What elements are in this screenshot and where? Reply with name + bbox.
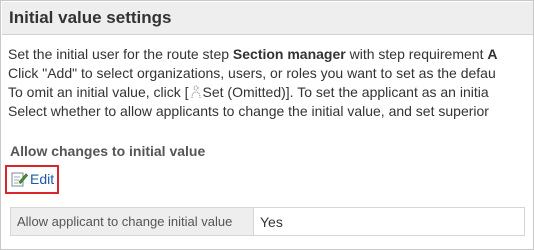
description-line-2: Click "Add" to select organizations, use…	[8, 65, 496, 81]
description-line-3-suffix: ]. To set the applicant as an initia	[285, 84, 489, 100]
set-omitted-icon	[189, 85, 203, 99]
edit-label: Edit	[30, 170, 55, 187]
table-header-cell: Allow applicant to change initial value	[11, 208, 254, 235]
table-value-cell: Yes	[260, 213, 283, 230]
step-requirement-name: A	[487, 46, 498, 62]
description-line-3-prefix: To omit an initial value, click [	[8, 84, 189, 100]
route-step-name: Section manager	[232, 46, 346, 62]
description-line-1: Set the initial user for the route step …	[8, 45, 497, 64]
title-bar: Initial value settings	[2, 2, 533, 35]
settings-panel: Initial value settings Set the initial u…	[0, 0, 534, 250]
description: Set the initial user for the route step …	[8, 45, 497, 121]
settings-table: Allow applicant to change initial value …	[10, 207, 525, 236]
section-heading: Allow changes to initial value	[10, 143, 206, 159]
description-line-3: To omit an initial value, click [ Set (Om…	[8, 83, 497, 102]
page-title: Initial value settings	[9, 8, 172, 27]
description-line-4: Select whether to allow applicants to ch…	[8, 103, 489, 119]
set-omitted-label: Set (Omitted)	[202, 84, 286, 100]
edit-link[interactable]: Edit	[11, 170, 54, 187]
edit-pencil-icon	[11, 170, 29, 187]
description-line-1-mid: with step requirement	[345, 46, 488, 62]
description-line-1-prefix: Set the initial user for the route step	[8, 46, 233, 62]
